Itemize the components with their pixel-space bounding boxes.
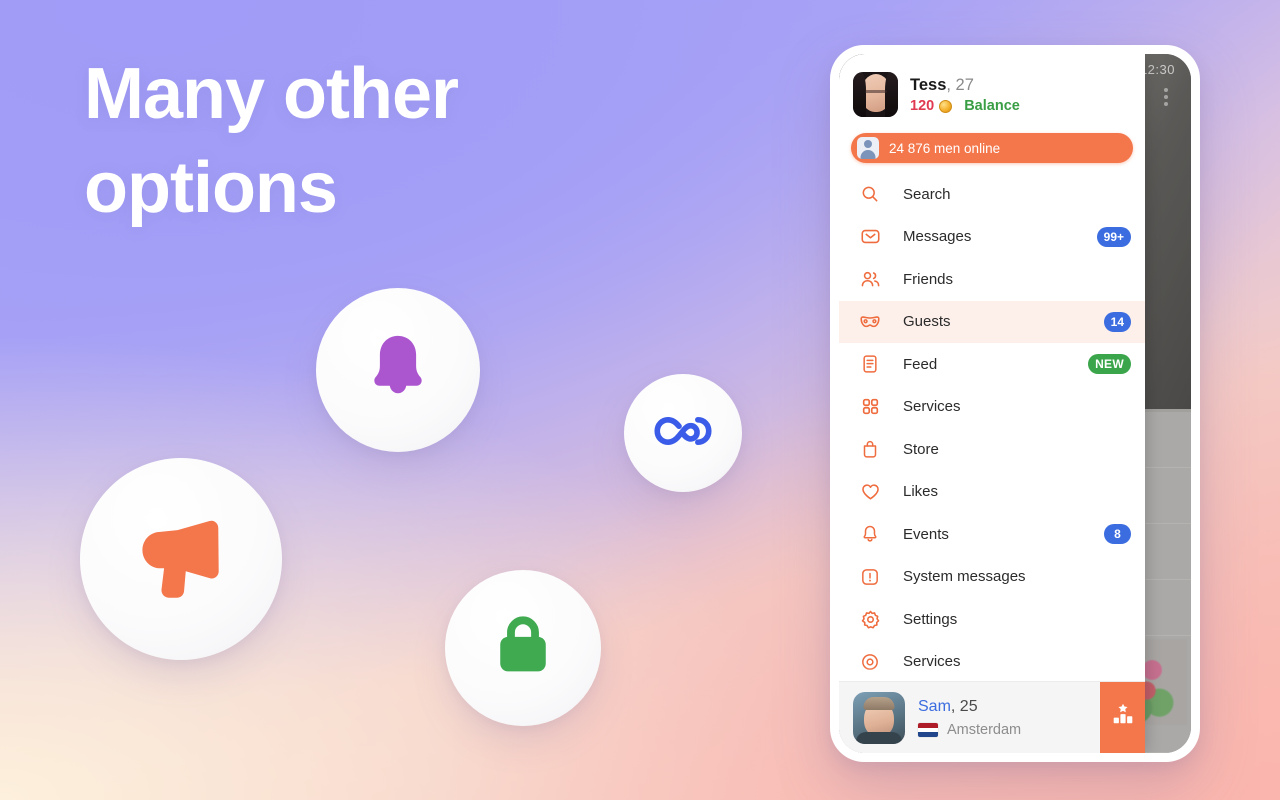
menu-item-friends[interactable]: Friends (839, 258, 1145, 301)
bell-icon (357, 327, 439, 414)
netherlands-flag-icon (918, 722, 938, 737)
online-users-banner[interactable]: 24 876 men online (851, 133, 1133, 163)
featured-user-card[interactable]: Sam, 25 Amsterdam (839, 681, 1145, 753)
menu-item-likes[interactable]: Likes (839, 471, 1145, 514)
menu-item-search[interactable]: Search (839, 173, 1145, 216)
profile-age: , 27 (946, 75, 974, 94)
podium-star-icon (1110, 702, 1136, 733)
megaphone-icon (129, 505, 233, 614)
phone-mockup: 12:30 ть ть (830, 45, 1200, 762)
featured-user-text: Sam, 25 Amsterdam (918, 697, 1021, 738)
bubble-infinity (624, 374, 742, 492)
lock-icon (484, 607, 562, 690)
heart-icon (859, 481, 881, 503)
bell-outline-icon (859, 523, 881, 545)
menu-label: Store (903, 440, 939, 458)
page-title: Many other options (84, 48, 644, 235)
featured-user-location: Amsterdam (947, 721, 1022, 738)
infinity-icon (650, 398, 716, 469)
headline-line-1: Many other (84, 54, 459, 134)
menu-label: Likes (903, 483, 939, 501)
menu-label: Events (903, 525, 949, 543)
user-silhouette-icon (857, 137, 879, 159)
avatar[interactable] (853, 691, 905, 744)
badge-guests: 14 (1103, 311, 1131, 332)
profile-name-row: Tess, 27 (910, 75, 1020, 96)
navigation-drawer: Tess, 27 120 Balance 24 876 men online S… (839, 54, 1145, 753)
menu-item-system-messages[interactable]: System messages (839, 556, 1145, 599)
balance-label[interactable]: Balance (964, 98, 1020, 114)
grid-icon (859, 396, 881, 418)
headline-line-2: options (84, 147, 338, 228)
menu-item-messages[interactable]: Messages 99+ (839, 216, 1145, 259)
search-icon (859, 183, 881, 205)
menu-label: Services (903, 398, 961, 416)
featured-user-name[interactable]: Sam (918, 698, 951, 715)
menu-label: Friends (903, 270, 954, 288)
bag-icon (859, 438, 881, 460)
friends-icon (859, 268, 881, 290)
profile-text: Tess, 27 120 Balance (910, 75, 1020, 115)
badge-events: 8 (1104, 524, 1131, 545)
avatar[interactable] (853, 72, 898, 117)
gear-icon (859, 608, 881, 630)
phone-screen: 12:30 ть ть (839, 54, 1191, 753)
mask-icon (859, 311, 881, 333)
profile-name: Tess (910, 75, 947, 94)
featured-user-location-row: Amsterdam (918, 722, 1021, 738)
menu-item-store[interactable]: Store (839, 428, 1145, 471)
online-users-label: 24 876 men online (889, 140, 1001, 156)
badge-messages: 99+ (1096, 226, 1131, 247)
menu-item-settings[interactable]: Settings (839, 598, 1145, 641)
menu-label: Settings (903, 610, 958, 628)
bubble-bell (316, 288, 480, 452)
menu-label: Guests (903, 313, 951, 331)
bubble-lock (445, 570, 601, 726)
rating-button[interactable] (1100, 682, 1145, 753)
alert-icon (859, 566, 881, 588)
menu-item-feed[interactable]: Feed NEW (839, 343, 1145, 386)
feed-icon (859, 353, 881, 375)
drawer-menu-list: Search Messages 99+ Friends Guests 14 Fe… (839, 169, 1145, 681)
menu-item-services[interactable]: Services (839, 386, 1145, 429)
featured-user-name-row: Sam, 25 (918, 697, 1021, 718)
menu-label: Messages (903, 228, 972, 246)
badge-feed-new: NEW (1088, 354, 1131, 375)
envelope-icon (859, 226, 881, 248)
featured-user-age: , 25 (950, 698, 978, 716)
menu-label: Search (903, 185, 951, 203)
profile-balance-row[interactable]: 120 Balance (910, 98, 1020, 114)
bubble-megaphone (80, 458, 282, 660)
credit-count: 120 (910, 98, 935, 115)
menu-item-guests[interactable]: Guests 14 (839, 300, 1145, 343)
menu-label: System messages (903, 568, 1026, 586)
menu-label: Feed (903, 355, 938, 373)
menu-item-support[interactable]: Services (839, 641, 1145, 682)
profile-header[interactable]: Tess, 27 120 Balance (839, 54, 1145, 123)
menu-label: Services (903, 653, 961, 671)
support-icon (859, 651, 881, 673)
menu-item-events[interactable]: Events 8 (839, 513, 1145, 556)
coin-icon (939, 99, 953, 113)
